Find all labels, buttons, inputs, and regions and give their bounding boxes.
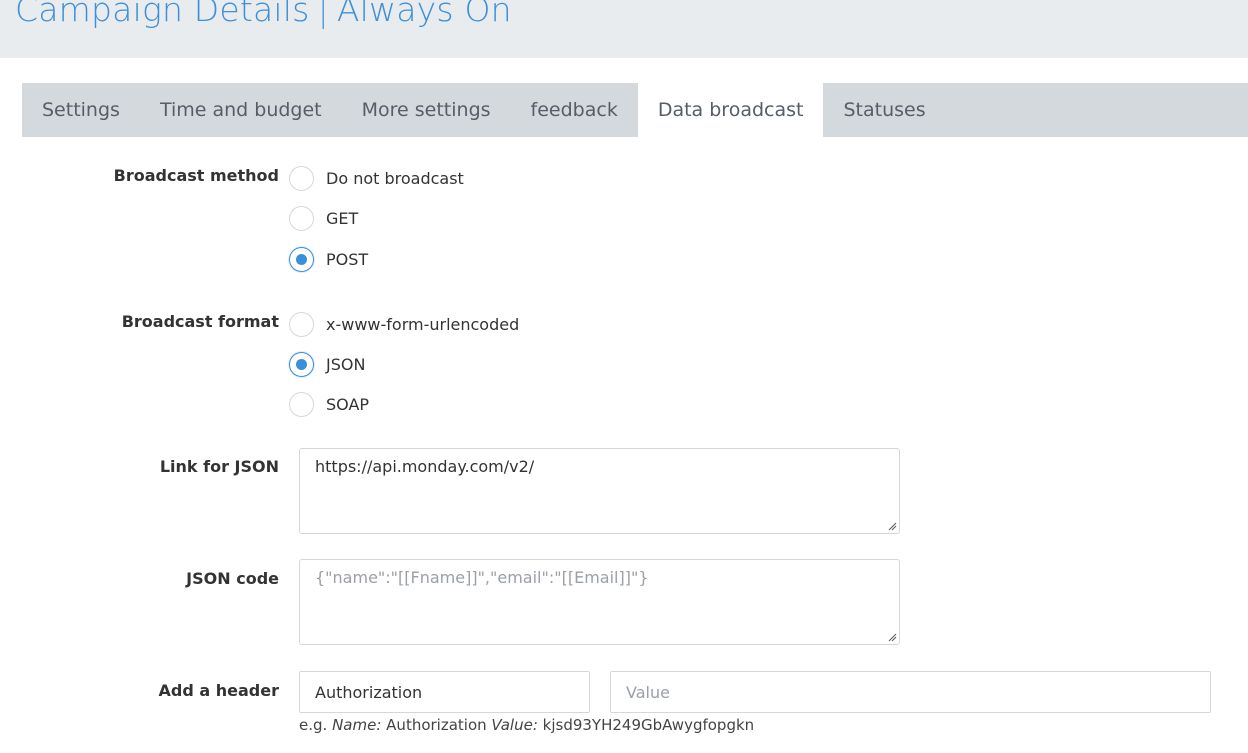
radio-x-www-form-urlencoded[interactable]: x-www-form-urlencoded — [289, 311, 519, 337]
resize-handle-icon[interactable] — [887, 632, 897, 642]
page-title: Campaign Details | Always On — [15, 0, 512, 29]
radio-circle-checked[interactable] — [289, 351, 314, 377]
title-separator: | — [317, 0, 329, 29]
radio-circle-checked[interactable] — [289, 246, 314, 272]
radio-label: SOAP — [326, 394, 370, 414]
link-for-json-label: Link for JSON — [159, 457, 279, 476]
header-name-input[interactable]: Authorization — [299, 671, 590, 713]
radio-label: POST — [326, 249, 369, 269]
radio-circle[interactable] — [289, 311, 314, 337]
hint-value-value: kjsd93YH249GbAwygfopgkn — [542, 716, 755, 734]
hint-prefix: e.g. — [299, 716, 328, 734]
radio-label: GET — [326, 208, 359, 228]
tab-statuses[interactable]: Statuses — [823, 83, 945, 137]
radio-soap[interactable]: SOAP — [289, 391, 369, 417]
header-value-input[interactable]: Value — [610, 671, 1211, 713]
radio-circle[interactable] — [289, 205, 314, 231]
json-code-textarea[interactable]: {"name":"[[Fname]]","email":"[[Email]]"} — [299, 559, 900, 645]
header-hint: e.g. Name: Authorization Value: kjsd93YH… — [299, 716, 754, 734]
radio-json[interactable]: JSON — [289, 351, 365, 377]
hint-value-label: Value: — [491, 716, 538, 734]
radio-label: Do not broadcast — [326, 168, 464, 188]
header-value-placeholder: Value — [626, 682, 670, 702]
tab-time-and-budget[interactable]: Time and budget — [140, 83, 342, 137]
radio-post[interactable]: POST — [289, 246, 368, 272]
radio-circle[interactable] — [289, 391, 314, 417]
link-for-json-textarea[interactable]: https://api.monday.com/v2/ — [299, 448, 900, 534]
broadcast-format-label: Broadcast format — [121, 312, 279, 331]
json-code-placeholder: {"name":"[[Fname]]","email":"[[Email]]"} — [315, 568, 649, 587]
tab-more-settings[interactable]: More settings — [342, 83, 511, 137]
radio-get[interactable]: GET — [289, 205, 358, 231]
radio-do-not-broadcast[interactable]: Do not broadcast — [289, 165, 464, 191]
header-name-value: Authorization — [315, 682, 423, 702]
resize-handle-icon[interactable] — [887, 521, 897, 531]
json-code-label: JSON code — [186, 569, 279, 588]
hint-name-value: Authorization — [386, 716, 487, 734]
radio-label: x-www-form-urlencoded — [326, 314, 520, 334]
tab-feedback[interactable]: feedback — [511, 83, 638, 137]
page-title-subtitle: Always On — [336, 0, 512, 29]
hint-name-label: Name: — [332, 716, 382, 734]
page-title-main: Campaign Details — [15, 0, 310, 29]
tab-settings[interactable]: Settings — [22, 83, 140, 137]
link-for-json-value: https://api.monday.com/v2/ — [315, 457, 535, 476]
add-header-label: Add a header — [158, 681, 279, 700]
broadcast-method-label: Broadcast method — [113, 166, 279, 185]
radio-label: JSON — [326, 354, 366, 374]
radio-circle[interactable] — [289, 165, 314, 191]
tab-data-broadcast[interactable]: Data broadcast — [637, 83, 824, 137]
page-header: Campaign Details | Always On — [0, 0, 1248, 58]
tab-bar: Settings Time and budget More settings f… — [22, 83, 1248, 137]
